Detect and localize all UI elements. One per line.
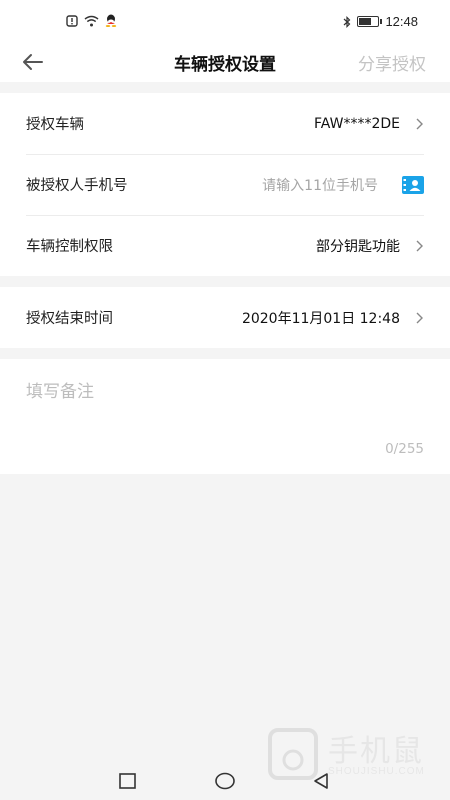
end-time-card: 授权结束时间 2020年11月01日 12:48 [0, 287, 450, 348]
home-icon[interactable] [214, 770, 236, 792]
permission-value: 部分钥匙功能 [316, 238, 400, 255]
share-authorization-button[interactable]: 分享授权 [358, 50, 426, 75]
watermark-logo-icon [268, 728, 318, 780]
end-time-label: 授权结束时间 [26, 311, 113, 327]
chevron-right-icon [416, 240, 423, 251]
vehicle-label: 授权车辆 [26, 117, 84, 133]
vehicle-value-wrap: FAW****2DE [314, 116, 424, 132]
phone-input[interactable]: 请输入11位手机号 [262, 175, 378, 195]
navigation-bar: 车辆授权设置 分享授权 [0, 44, 450, 82]
phone-row: 被授权人手机号 请输入11位手机号 [0, 154, 450, 215]
phone-label: 被授权人手机号 [26, 178, 128, 194]
status-left-icons [66, 14, 117, 27]
watermark: 手机鼠 SHOUJISHU.COM [266, 726, 430, 784]
remarks-counter: 0/255 [385, 441, 424, 457]
permission-row[interactable]: 车辆控制权限 部分钥匙功能 [0, 215, 450, 276]
permission-value-wrap: 部分钥匙功能 [316, 236, 424, 256]
battery-fill [359, 18, 372, 25]
status-time: 12:48 [385, 14, 418, 29]
phone-value-wrap: 请输入11位手机号 [262, 175, 424, 195]
remarks-textarea[interactable]: 填写备注 0/255 [0, 359, 450, 474]
chevron-right-icon [416, 312, 423, 323]
chevron-right-icon [416, 118, 423, 129]
watermark-text: 手机鼠 [328, 734, 424, 769]
end-time-row[interactable]: 授权结束时间 2020年11月01日 12:48 [0, 287, 450, 348]
authorization-details-card: 授权车辆 FAW****2DE 被授权人手机号 请输入11位手机号 车辆控制权限… [0, 93, 450, 276]
qq-icon [105, 14, 117, 27]
end-time-value-wrap: 2020年11月01日 12:48 [242, 308, 424, 328]
recent-apps-icon[interactable] [117, 770, 139, 792]
alert-icon [66, 14, 78, 27]
vehicle-value: FAW****2DE [314, 115, 400, 132]
status-right-icons: 12:48 [343, 14, 418, 29]
wifi-icon [84, 15, 99, 26]
vehicle-row[interactable]: 授权车辆 FAW****2DE [0, 93, 450, 154]
permission-label: 车辆控制权限 [26, 239, 113, 255]
remarks-placeholder: 填写备注 [26, 382, 94, 402]
end-time-value: 2020年11月01日 12:48 [241, 310, 400, 327]
bluetooth-icon [344, 15, 351, 28]
battery-icon [357, 16, 383, 27]
contact-book-icon[interactable] [402, 175, 424, 194]
watermark-subtext: SHOUJISHU.COM [328, 766, 425, 777]
status-bar: 12:48 [0, 0, 450, 44]
